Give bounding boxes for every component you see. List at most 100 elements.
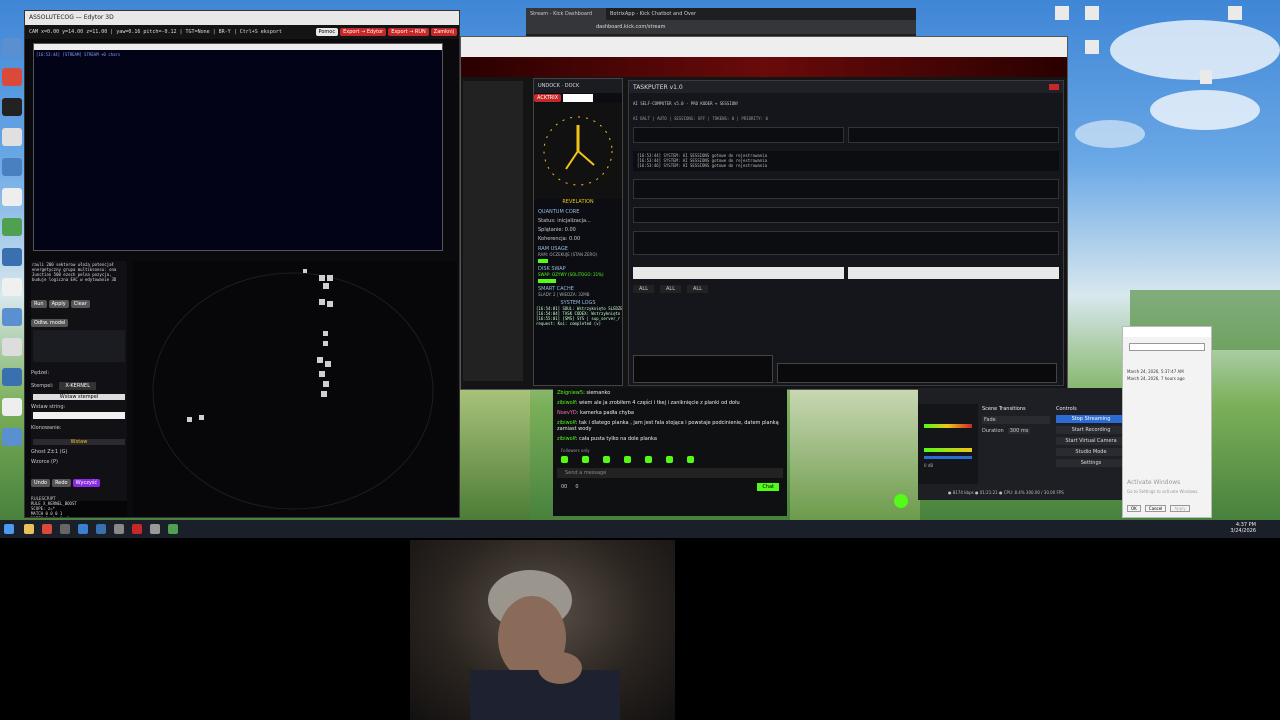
tab-kick-dashboard[interactable]: Stream - Kick Dashboard xyxy=(526,8,606,20)
url-text[interactable]: dashboard.kick.com/stream xyxy=(596,24,665,30)
volume-meter xyxy=(924,424,972,428)
redo-button[interactable]: Redo xyxy=(52,479,71,487)
viewport-scene xyxy=(152,269,434,510)
folder-icon[interactable] xyxy=(2,38,22,56)
filter-select[interactable]: ALL xyxy=(633,285,654,293)
brave-icon[interactable] xyxy=(2,68,22,86)
virtual-camera-button[interactable]: Start Virtual Camera xyxy=(1056,437,1126,445)
settings-button[interactable]: Settings xyxy=(1056,459,1126,467)
cancel-button[interactable]: Cancel xyxy=(1144,505,1167,512)
explorer-icon[interactable] xyxy=(24,524,34,534)
chat-message: zibiwolf: wiem ale ja zrobiłem 4 części … xyxy=(557,400,740,406)
cloud xyxy=(1075,120,1145,148)
apply-button[interactable]: Apply xyxy=(48,300,69,308)
obs-icon[interactable] xyxy=(2,98,22,116)
file-icon[interactable] xyxy=(1228,6,1242,20)
file-icon[interactable] xyxy=(2,128,22,146)
insert-button[interactable]: Wstaw xyxy=(33,439,125,445)
viewport-3d[interactable] xyxy=(133,261,457,517)
file-icon[interactable] xyxy=(1200,70,1212,84)
start-icon[interactable] xyxy=(4,524,14,534)
chat-input[interactable]: Send a message xyxy=(557,468,783,478)
app-icon[interactable] xyxy=(168,524,178,534)
filter-select[interactable]: ALL xyxy=(687,285,708,293)
export-editor-button[interactable]: Export → Edytor xyxy=(340,28,387,36)
name-field[interactable] xyxy=(1129,343,1205,351)
volume-slider[interactable] xyxy=(924,456,972,459)
document-icon[interactable] xyxy=(2,338,22,356)
chat-username[interactable]: Zbigniew5 xyxy=(557,390,583,396)
prompt-input[interactable] xyxy=(633,267,844,279)
app-icon[interactable] xyxy=(2,368,22,386)
undo-button[interactable]: Undo xyxy=(31,479,51,487)
file-icon[interactable] xyxy=(1085,40,1099,54)
app-icon[interactable] xyxy=(2,248,22,266)
duration-label: Duration xyxy=(982,428,1004,434)
command-input[interactable] xyxy=(848,267,1059,279)
document-icon[interactable] xyxy=(2,278,22,296)
emote-icon[interactable] xyxy=(582,456,589,463)
tab-acktrix[interactable]: ACKTRIX xyxy=(534,94,562,102)
file-icon[interactable] xyxy=(1055,6,1069,20)
app-icon[interactable] xyxy=(2,428,22,446)
clear-button[interactable]: Clear xyxy=(70,300,90,308)
emote-icon[interactable] xyxy=(624,456,631,463)
file-icon[interactable] xyxy=(1085,6,1099,20)
clear-all-button[interactable]: Wyczyść xyxy=(72,479,101,487)
app-icon[interactable] xyxy=(150,524,160,534)
transition-select[interactable]: Fade xyxy=(982,416,1050,424)
run-button[interactable]: Run xyxy=(31,300,47,308)
app-icon[interactable] xyxy=(78,524,88,534)
help-button[interactable]: Pomoc xyxy=(315,28,339,36)
dock-input[interactable] xyxy=(563,94,594,102)
stop-streaming-button[interactable]: Stop Streaming xyxy=(1056,415,1126,423)
insert-stamp-button[interactable]: Wstaw stempel xyxy=(33,394,125,400)
emote-icon[interactable] xyxy=(687,456,694,463)
webcam-feed xyxy=(410,540,675,720)
rulescript-text[interactable]: RULE X_KERNEL_BOOST SCOPE: z=* MATCH 0 0… xyxy=(31,501,127,517)
emote-icon[interactable] xyxy=(603,456,610,463)
start-recording-button[interactable]: Start Recording xyxy=(1056,426,1126,434)
app-icon[interactable] xyxy=(2,158,22,176)
string-input[interactable] xyxy=(33,412,125,419)
kick-logo-icon[interactable] xyxy=(894,494,908,508)
tray-clock[interactable]: 4:37 PM 3/24/2026 xyxy=(1230,522,1256,534)
app-icon[interactable] xyxy=(96,524,106,534)
emote-icon[interactable] xyxy=(666,456,673,463)
app-icon[interactable] xyxy=(114,524,124,534)
close-button[interactable]: Zamknij xyxy=(430,28,457,36)
emote-icon[interactable] xyxy=(561,456,568,463)
model-button[interactable]: Odtw. model xyxy=(31,319,69,327)
app-icon[interactable] xyxy=(132,524,142,534)
controls-panel: Controls Stop Streaming Start Recording … xyxy=(1056,406,1126,467)
chat-username[interactable]: zibiwolf xyxy=(557,436,576,442)
app-icon[interactable] xyxy=(2,308,22,326)
chat-username[interactable]: zibiwolf xyxy=(557,400,576,406)
app-icon[interactable] xyxy=(2,218,22,236)
dock-tabs: ACKTRIX xyxy=(534,93,622,103)
input-row xyxy=(629,263,1063,283)
app-icon[interactable] xyxy=(60,524,70,534)
emote-icon[interactable] xyxy=(645,456,652,463)
tab-botrix[interactable]: BotrixApp - Kick Chatbot and Overlay xyxy=(606,8,696,20)
document-icon[interactable] xyxy=(2,188,22,206)
ok-button[interactable]: OK xyxy=(1127,505,1141,512)
apply-button[interactable]: Apply xyxy=(1170,505,1190,512)
brave-icon[interactable] xyxy=(42,524,52,534)
duration-input[interactable]: 300 ms xyxy=(1007,428,1031,434)
ghost-checkbox[interactable]: Ghost Z±1 (G) xyxy=(31,449,127,455)
document-icon[interactable] xyxy=(2,398,22,416)
close-icon[interactable] xyxy=(1049,84,1059,90)
export-run-button[interactable]: Export → RUN xyxy=(388,28,429,36)
chat-send-button[interactable]: Chat xyxy=(757,483,779,491)
stamp-select[interactable]: X-KERNEL xyxy=(59,382,96,390)
stamp-label: Stempel: xyxy=(31,383,54,389)
filter-row: ALL ALL ALL xyxy=(629,283,1063,295)
filter-select[interactable]: ALL xyxy=(660,285,681,293)
chat-username[interactable]: NoevYD xyxy=(557,410,577,416)
chat-text: siemanko xyxy=(586,390,611,396)
studio-mode-button[interactable]: Studio Mode xyxy=(1056,448,1126,456)
patterns-checkbox[interactable]: Wzorce (P) xyxy=(31,459,127,465)
brush-label: Pędzel: xyxy=(31,370,50,376)
date-line: March 24, 2026, 7 hours ago xyxy=(1127,376,1185,381)
